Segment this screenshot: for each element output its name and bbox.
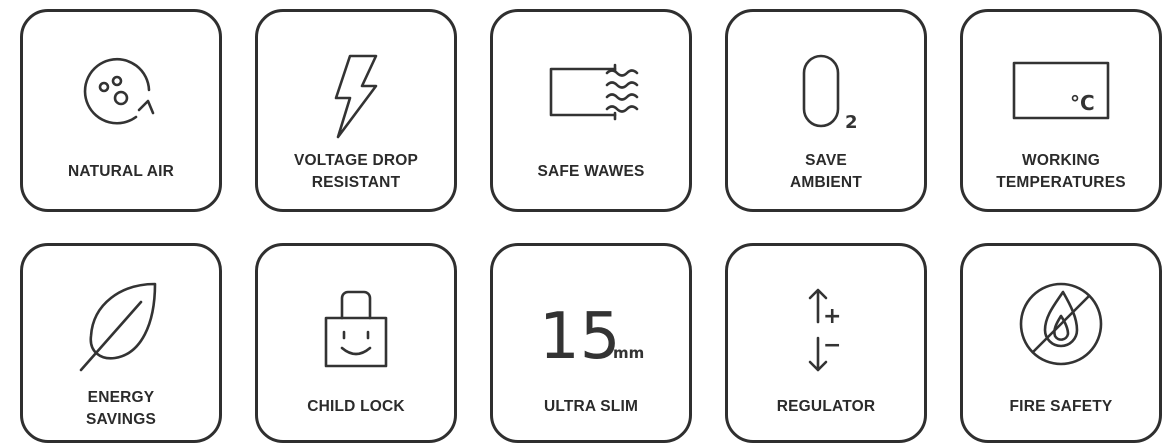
feature-label-line: TEMPERATURES [996,174,1126,191]
minus-sign: − [823,333,841,358]
feature-card-safe-waves: SAFE WAWES [490,9,692,212]
up-down-arrows-plus-minus-icon: + − [796,282,856,378]
feature-card-save-ambient: 2 SAVE AMBIENT [725,9,927,212]
safe-waves-icon [541,57,641,127]
feature-card-fire-safety: FIRE SAFETY [960,243,1162,443]
feature-label-line: ENERGY [87,389,155,406]
slim-unit: mm [613,344,644,362]
feature-card-ultra-slim: 15 mm ULTRA SLIM [490,243,692,443]
feature-label: WORKING TEMPERATURES [969,150,1153,194]
feature-label-line: ULTRA SLIM [543,398,639,415]
feature-label: REGULATOR [734,396,918,418]
feature-label-line: SAVE [805,152,847,169]
feature-label-line: NATURAL AIR [67,163,175,180]
temperature-celsius-icon: °C [1006,57,1116,127]
feature-label: NATURAL AIR [29,161,213,183]
feature-label-line: WORKING [1021,152,1101,169]
leaf-icon [71,274,171,374]
feature-card-natural-air: NATURAL AIR [20,9,222,212]
lightning-bolt-icon [326,52,386,142]
slim-number: 15 [539,300,620,370]
feature-label-line: REGULATOR [776,398,876,415]
feature-card-energy-savings: ENERGY SAVINGS [20,243,222,443]
feature-label-line: RESISTANT [311,174,401,191]
feature-label: CHILD LOCK [264,396,448,418]
feature-label: ENERGY SAVINGS [29,387,213,431]
feature-label-line: AMBIENT [789,174,862,191]
celsius-text: °C [1070,91,1095,115]
plus-sign: + [823,304,841,329]
feature-label-line: VOLTAGE DROP [293,152,419,169]
padlock-smile-icon [316,282,396,372]
feature-label-line: FIRE SAFETY [1009,398,1113,415]
feature-label: FIRE SAFETY [969,396,1153,418]
feature-label-line: SAVINGS [85,411,156,428]
feature-card-regulator: + − REGULATOR [725,243,927,443]
ultra-slim-15mm-icon: 15 mm [531,290,651,370]
feature-label: SAVE AMBIENT [734,150,918,194]
o2-subscript: 2 [845,112,858,133]
feature-label: SAFE WAWES [499,161,683,183]
feature-label: ULTRA SLIM [499,396,683,418]
natural-air-icon [76,47,166,137]
feature-label-line: SAFE WAWES [537,163,645,180]
feature-label-line: CHILD LOCK [307,398,405,415]
feature-label: VOLTAGE DROP RESISTANT [264,150,448,194]
feature-card-child-lock: CHILD LOCK [255,243,457,443]
feature-card-voltage-drop: VOLTAGE DROP RESISTANT [255,9,457,212]
oxygen-o2-icon: 2 [786,46,866,136]
feature-card-working-temperatures: °C WORKING TEMPERATURES [960,9,1162,212]
no-fire-icon [1011,274,1111,374]
